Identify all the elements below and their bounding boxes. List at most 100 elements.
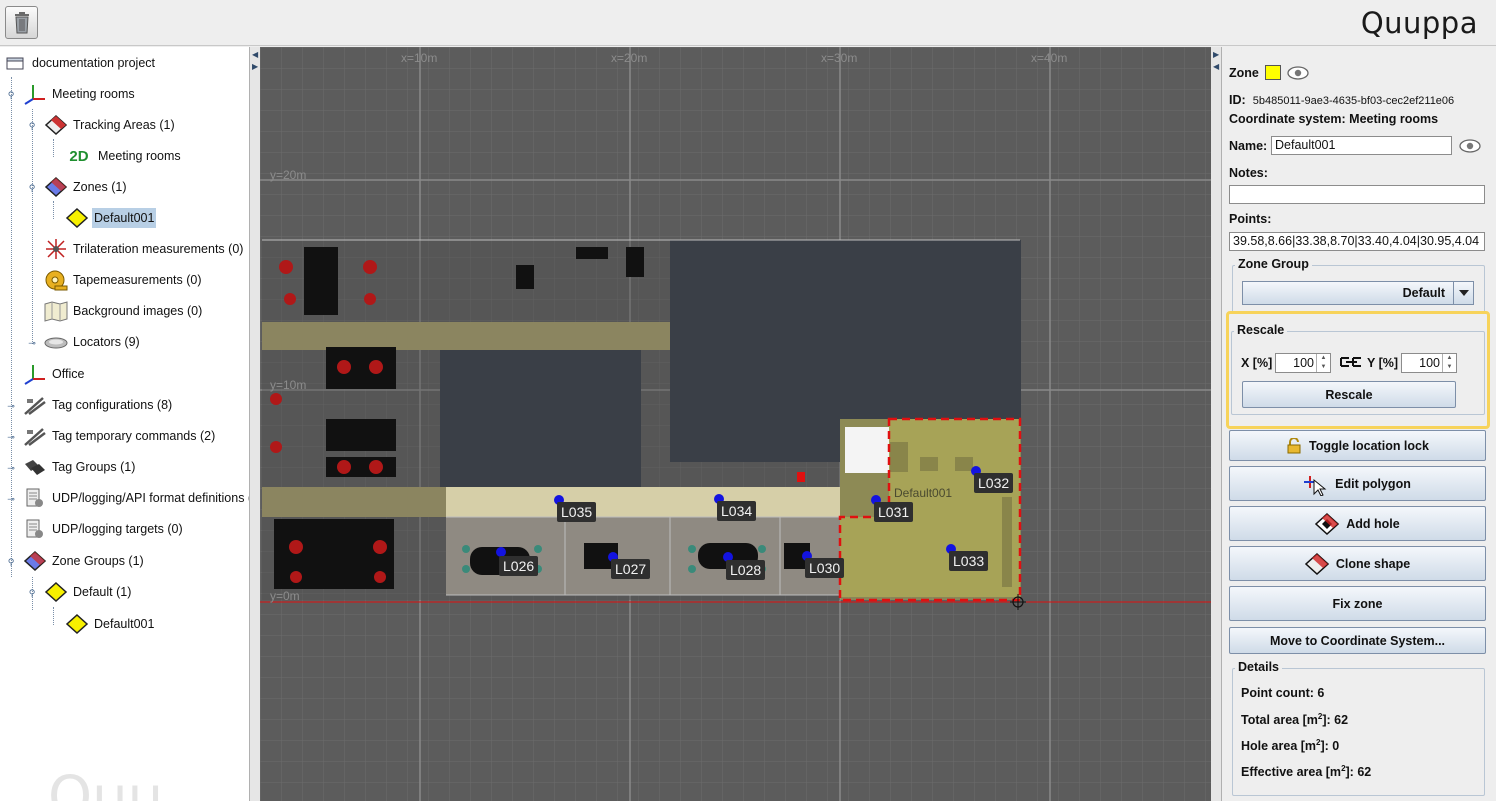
toggle-location-lock-button[interactable]: Toggle location lock	[1229, 430, 1486, 461]
tape-measure-icon	[43, 268, 69, 292]
detail-label: Hole area [m	[1241, 739, 1317, 754]
unit-suffix: ]:	[1320, 739, 1329, 754]
x-percent-input[interactable]: 100 ▲ ▼	[1275, 353, 1331, 373]
yellow-diamond-icon	[64, 206, 90, 230]
name-field[interactable]: Default001	[1271, 136, 1452, 155]
properties-panel: Zone ID: 5b485011-9ae3-4635-bf03-cec2ef2…	[1221, 47, 1496, 801]
effective-area-row: Effective area [m2]: 62	[1241, 764, 1371, 779]
expand-right-icon[interactable]: ▶	[252, 63, 258, 71]
tree-item-locators[interactable]: Locators (9)	[43, 328, 142, 356]
locator-label[interactable]: L035	[557, 502, 597, 522]
chevron-down-icon[interactable]	[1453, 282, 1473, 304]
tree-item-default-group[interactable]: Default (1)	[43, 578, 133, 606]
expand-toggle[interactable]: ⚲	[7, 91, 15, 100]
tree-item-group-default001[interactable]: Default001	[64, 610, 156, 638]
id-label: ID:	[1229, 93, 1246, 107]
tree-item-label: Default (1)	[73, 585, 132, 599]
zone-group-select[interactable]: Default	[1242, 281, 1474, 305]
unit-suffix: ]:	[1322, 713, 1331, 728]
tree-item-tapemeasurements[interactable]: Tapemeasurements (0)	[43, 266, 204, 294]
locator-label[interactable]: L030	[805, 558, 845, 578]
locator-icon	[43, 330, 69, 354]
clone-shape-button[interactable]: Clone shape	[1229, 546, 1486, 581]
expand-left-icon[interactable]: ◀	[1213, 63, 1219, 71]
tree-item-zone-groups[interactable]: Zone Groups (1)	[22, 547, 146, 575]
notes-field[interactable]	[1229, 185, 1485, 204]
eye-icon[interactable]	[1287, 65, 1309, 80]
tree-item-meeting-rooms[interactable]: Meeting rooms	[22, 80, 137, 108]
notes-label: Notes:	[1229, 166, 1268, 180]
trash-icon	[14, 11, 29, 33]
coordinate-axes-icon	[22, 82, 48, 106]
link-chain-icon[interactable]	[1339, 355, 1363, 369]
lock-icon	[1287, 437, 1301, 453]
locator-label[interactable]: L034	[717, 501, 757, 521]
locator-label[interactable]: L031	[874, 502, 914, 522]
tree-item-zone-default001[interactable]: Default001	[64, 204, 157, 232]
move-coordinate-system-button[interactable]: Move to Coordinate System...	[1229, 627, 1486, 654]
tree-item-label: Zone Groups (1)	[52, 554, 144, 568]
detail-label: Total area [m	[1241, 713, 1318, 728]
project-tree: documentation project Meeting rooms Trac…	[0, 47, 250, 801]
expand-toggle[interactable]: ⚲	[7, 558, 15, 567]
tree-item-label: Trilateration measurements (0)	[73, 242, 244, 256]
spinner-arrows[interactable]: ▲ ▼	[1316, 354, 1330, 372]
collapse-right-icon[interactable]: ▶	[1213, 51, 1219, 59]
blue-diamond-icon	[22, 549, 48, 573]
tree-item-udp-format[interactable]: UDP/logging/API format definitions (	[22, 484, 249, 512]
tree-item-label: Zones (1)	[73, 180, 127, 194]
map-canvas[interactable]: x=10m x=20m x=30m x=40m y=20m y=10m y=0m…	[260, 47, 1211, 801]
locator-label[interactable]: L028	[726, 560, 766, 580]
left-splitter[interactable]: ◀ ▶	[250, 47, 260, 801]
tree-item-tag-groups[interactable]: Tag Groups (1)	[22, 453, 137, 481]
button-label: Move to Coordinate System...	[1269, 633, 1446, 648]
tree-item-label: Meeting rooms	[98, 149, 181, 163]
add-hole-button[interactable]: Add hole	[1229, 506, 1486, 541]
locator-label[interactable]: L033	[949, 551, 989, 571]
tree-item-zones[interactable]: Zones (1)	[43, 173, 129, 201]
tree-item-tracking-areas[interactable]: Tracking Areas (1)	[43, 111, 177, 139]
tree-connector	[53, 201, 54, 219]
expand-toggle[interactable]: ⊸	[7, 433, 15, 442]
expand-toggle[interactable]: ⊸	[7, 495, 15, 504]
y-percent-input[interactable]: 100 ▲ ▼	[1401, 353, 1457, 373]
rescale-button[interactable]: Rescale	[1242, 381, 1456, 408]
collapse-left-icon[interactable]: ◀	[252, 51, 258, 59]
expand-toggle[interactable]: ⚲	[28, 589, 36, 598]
tree-item-udp-targets[interactable]: UDP/logging targets (0)	[22, 515, 185, 543]
points-field[interactable]: 39.58,8.66|33.38,8.70|33.40,4.04|30.95,4…	[1229, 232, 1485, 251]
zone-color-swatch[interactable]	[1264, 65, 1281, 80]
locator-label[interactable]: L026	[499, 556, 539, 576]
clone-shape-icon	[1304, 552, 1329, 575]
y-axis-label: y=0m	[270, 589, 300, 603]
tree-item-2d-meeting-rooms[interactable]: 2D Meeting rooms	[64, 142, 183, 170]
fix-zone-button[interactable]: Fix zone	[1229, 586, 1486, 621]
tree-item-label: Tag configurations (8)	[52, 398, 173, 412]
tree-item-tag-configurations[interactable]: Tag configurations (8)	[22, 391, 174, 419]
tree-item-background-images[interactable]: Background images (0)	[43, 297, 204, 325]
id-value: 5b485011-9ae3-4635-bf03-cec2ef211e06	[1252, 95, 1455, 107]
expand-toggle[interactable]: ⚲	[28, 122, 36, 131]
expand-toggle[interactable]: ⊸	[28, 339, 36, 348]
eye-icon[interactable]	[1459, 139, 1481, 153]
expand-toggle[interactable]: ⚲	[28, 184, 36, 193]
right-splitter[interactable]: ▶ ◀	[1211, 47, 1221, 801]
udp-format-icon	[22, 486, 48, 510]
tree-item-tag-temporary-commands[interactable]: Tag temporary commands (2)	[22, 422, 217, 450]
logo-watermark: Quu	[48, 765, 164, 801]
tree-item-label: UDP/logging targets (0)	[52, 522, 183, 536]
tree-item-trilateration[interactable]: Trilateration measurements (0)	[43, 235, 245, 263]
zone-title: Zone	[1229, 65, 1259, 80]
expand-toggle[interactable]: ⊸	[7, 402, 15, 411]
locator-label[interactable]: L027	[611, 559, 651, 579]
locator-label[interactable]: L032	[974, 473, 1014, 493]
x-axis-label: x=20m	[611, 51, 648, 65]
tree-item-office[interactable]: Office	[22, 360, 86, 388]
y-axis-label: y=10m	[270, 378, 307, 392]
edit-polygon-button[interactable]: Edit polygon	[1229, 466, 1486, 501]
spinner-arrows[interactable]: ▲ ▼	[1442, 354, 1456, 372]
tree-item-label: Locators (9)	[73, 335, 140, 349]
delete-button[interactable]	[5, 6, 38, 39]
tree-root[interactable]: documentation project	[2, 49, 157, 77]
expand-toggle[interactable]: ⊸	[7, 464, 15, 473]
